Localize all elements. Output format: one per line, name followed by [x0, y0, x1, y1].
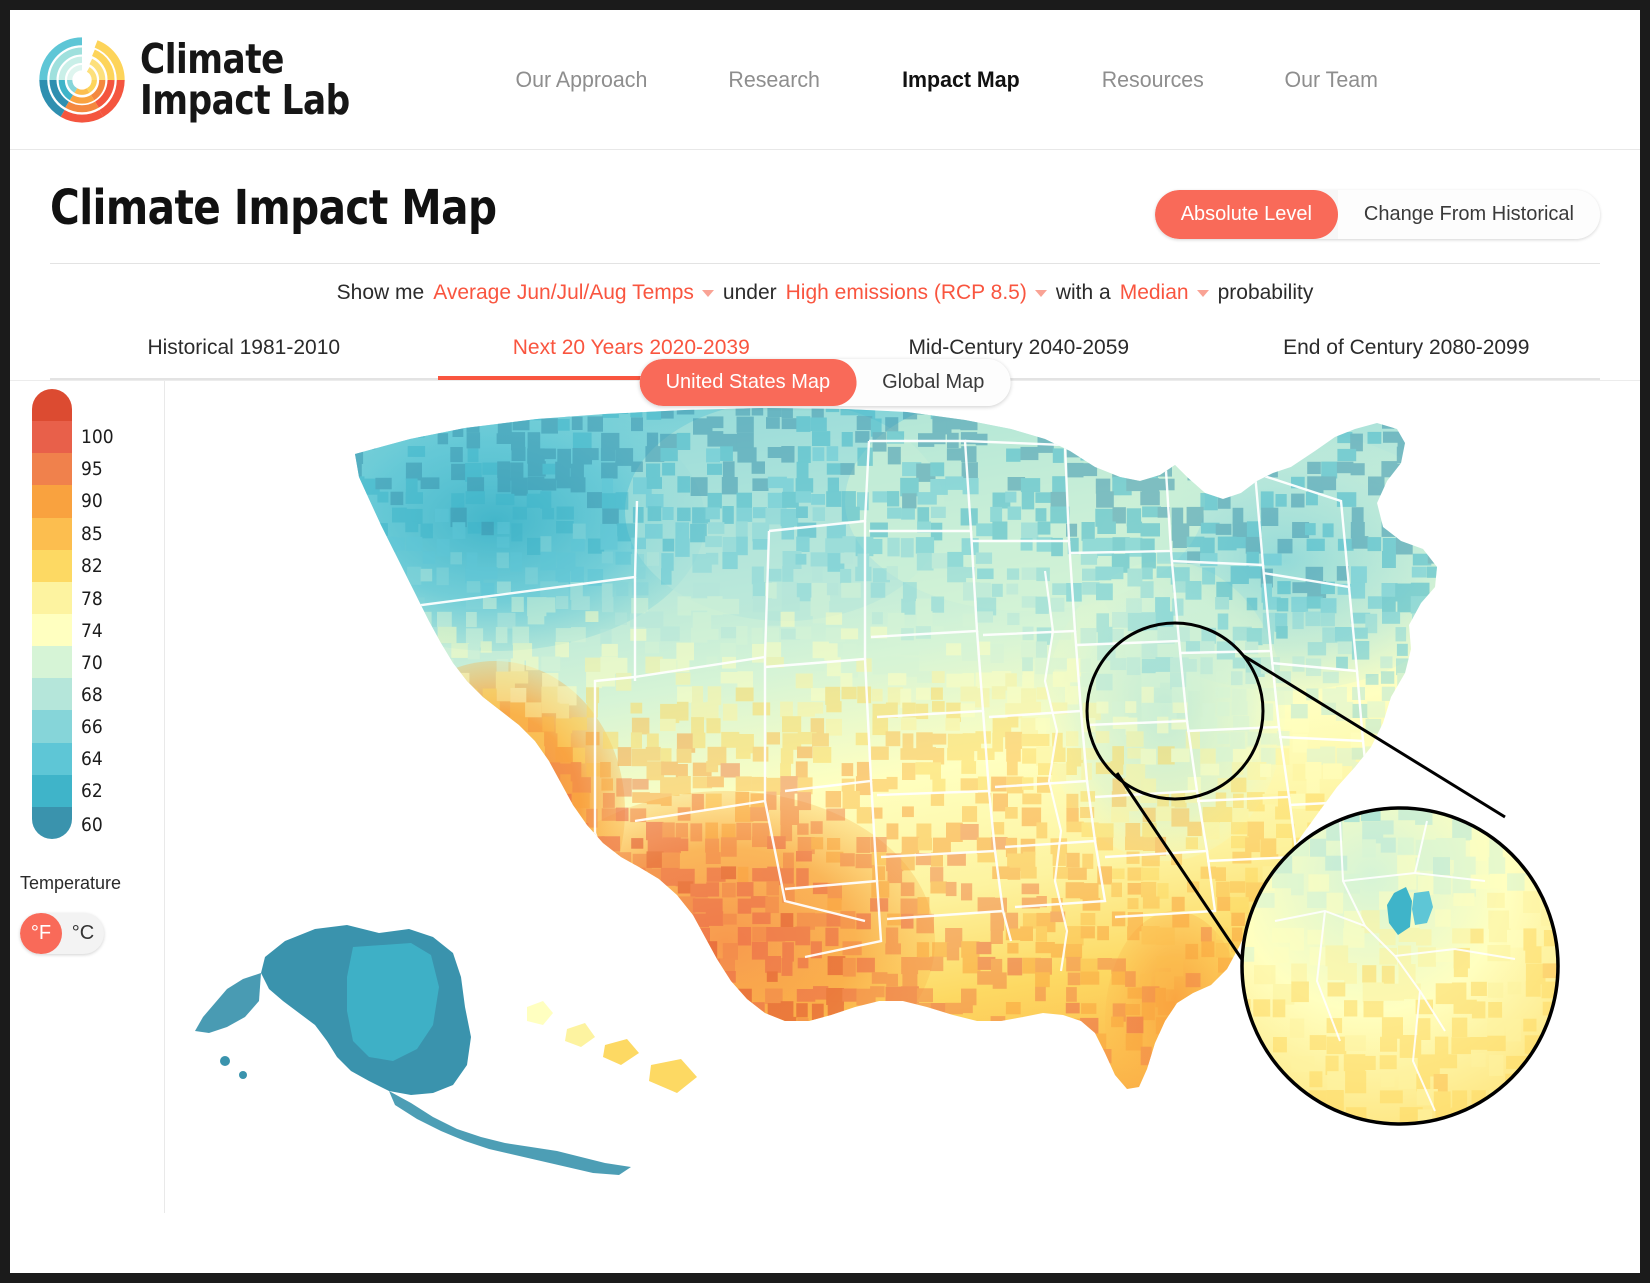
legend-tick-labels: 100 95 90 85 82 78 74 70 68 66 64 62 60	[81, 389, 127, 839]
nav-item-our-team[interactable]: Our Team	[1248, 67, 1414, 93]
nav-item-research[interactable]: Research	[693, 67, 857, 93]
map-panel: United States Map Global Map 100 95 90 8…	[10, 359, 1640, 1213]
metric-dropdown[interactable]: Average Jun/Jul/Aug Temps	[433, 281, 714, 305]
unit-toggle: °F °C	[20, 913, 104, 954]
tab-end-of-century-2080-2099[interactable]: End of Century 2080-2099	[1213, 322, 1601, 378]
legend-tick-62: 62	[81, 780, 103, 802]
scenario-dropdown[interactable]: High emissions (RCP 8.5)	[786, 281, 1047, 305]
app-window: Climate Impact Lab Our Approach Research…	[10, 10, 1640, 1273]
nav-item-impact-map[interactable]: Impact Map	[866, 67, 1056, 93]
nav-item-resources[interactable]: Resources	[1065, 67, 1239, 93]
magnifier-zoom-circle	[1240, 806, 1560, 1126]
legend-tick-90: 90	[81, 490, 103, 512]
legend-tick-85: 85	[81, 523, 103, 545]
hawaii-inset	[527, 1001, 697, 1093]
temperature-legend: 100 95 90 85 82 78 74 70 68 66 64 62 60	[32, 389, 127, 839]
metric-dropdown-value: Average Jun/Jul/Aug Temps	[433, 281, 694, 304]
celsius-button[interactable]: °C	[62, 913, 104, 954]
legend-tick-78: 78	[81, 588, 103, 610]
legend-tick-60: 60	[81, 814, 103, 836]
brand-line-2: Impact Lab	[140, 75, 350, 124]
us-choropleth-map[interactable]: Rockingham County	[165, 381, 1640, 1213]
legend-tick-74: 74	[81, 620, 103, 642]
query-suffix-label: probability	[1217, 281, 1314, 304]
page-title: Climate Impact Map	[50, 180, 497, 236]
legend-tick-100: 100	[81, 426, 114, 448]
probability-dropdown[interactable]: Median	[1120, 281, 1209, 305]
top-navigation-bar: Climate Impact Lab Our Approach Research…	[10, 10, 1640, 150]
legend-tick-68: 68	[81, 684, 103, 706]
fahrenheit-button[interactable]: °F	[20, 913, 62, 954]
legend-tick-64: 64	[81, 748, 103, 770]
level-toggle: Absolute Level Change From Historical	[1154, 190, 1600, 239]
page-header: Climate Impact Map Absolute Level Change…	[10, 150, 1640, 239]
united-states-map-button[interactable]: United States Map	[639, 359, 857, 406]
chevron-down-icon	[1034, 289, 1047, 297]
query-with-a-label: with a	[1055, 281, 1111, 304]
query-prefix-label: Show me	[336, 281, 425, 304]
query-builder-row: Show me Average Jun/Jul/Aug Temps under …	[10, 264, 1640, 322]
nav-links: Our Approach Research Impact Map Resourc…	[474, 67, 1419, 93]
brand-line-1: Climate	[140, 35, 284, 84]
legend-column: 100 95 90 85 82 78 74 70 68 66 64 62 60 …	[10, 381, 165, 1213]
map-svg	[195, 408, 1560, 1175]
legend-tick-66: 66	[81, 716, 103, 738]
legend-tick-70: 70	[81, 652, 103, 674]
query-under-label: under	[722, 281, 777, 304]
legend-tick-82: 82	[81, 555, 103, 577]
legend-color-bar	[32, 389, 72, 839]
brand-logo[interactable]: Climate Impact Lab	[38, 36, 366, 124]
nav-item-our-approach[interactable]: Our Approach	[479, 67, 683, 93]
scenario-dropdown-value: High emissions (RCP 8.5)	[785, 281, 1027, 304]
global-map-button[interactable]: Global Map	[856, 359, 1011, 406]
concentric-spiral-logo-icon	[39, 36, 125, 123]
absolute-level-button[interactable]: Absolute Level	[1154, 190, 1338, 239]
probability-dropdown-value: Median	[1119, 281, 1189, 304]
legend-tick-95: 95	[81, 458, 103, 480]
legend-title: Temperature	[20, 873, 122, 893]
alaska-inset	[195, 925, 631, 1175]
map-scope-toggle: United States Map Global Map	[639, 359, 1011, 406]
change-from-historical-button[interactable]: Change From Historical	[1337, 190, 1600, 239]
chevron-down-icon	[1196, 289, 1209, 297]
chevron-down-icon	[701, 289, 714, 297]
brand-wordmark: Climate Impact Lab	[140, 35, 350, 124]
tab-historical-1981-2010[interactable]: Historical 1981-2010	[50, 322, 438, 378]
